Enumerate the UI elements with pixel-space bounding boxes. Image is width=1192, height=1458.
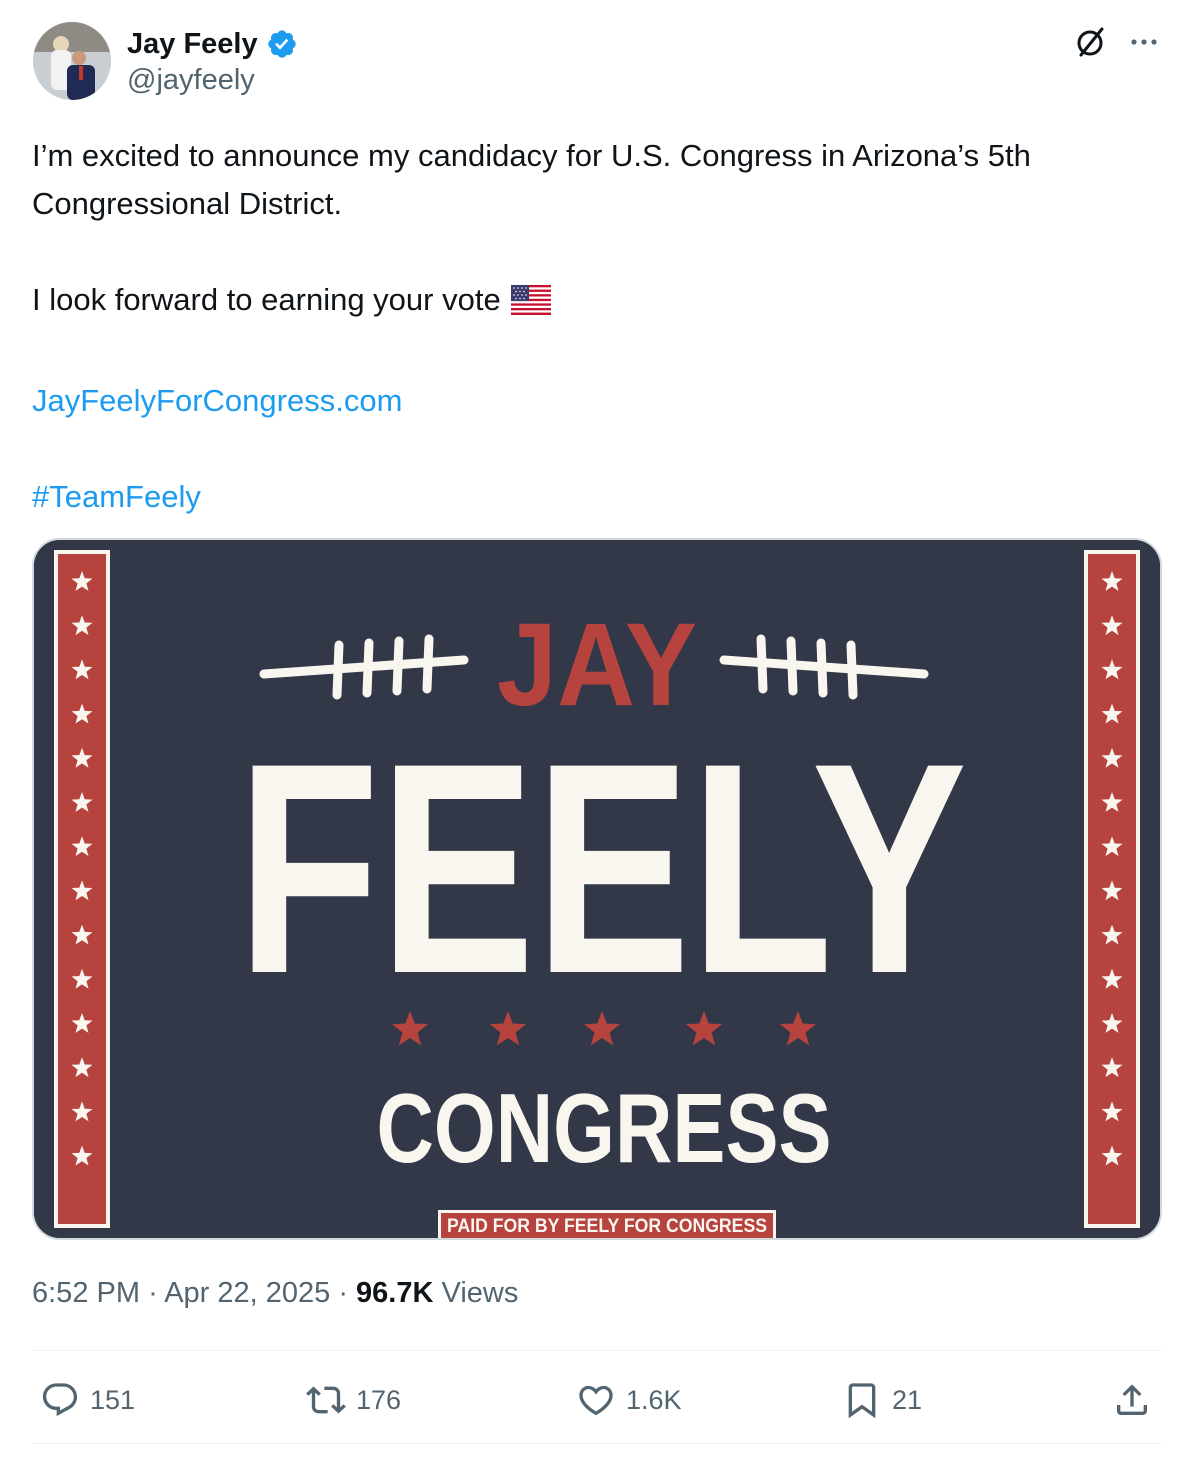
verified-badge-icon — [266, 28, 298, 60]
reply-count: 151 — [90, 1384, 136, 1415]
tweet-date[interactable]: Apr 22, 2025 — [164, 1277, 330, 1309]
paid-for-disclaimer: PAID FOR BY FEELY FOR CONGRESS — [447, 1216, 767, 1237]
tweet-line-2: I look forward to earning your vote — [32, 276, 1162, 329]
reply-icon — [42, 1383, 78, 1417]
campaign-image[interactable]: JAY FEELY CONGRESS PAID FOR BY FEELY FOR… — [32, 538, 1162, 1240]
share-button[interactable] — [1112, 1372, 1152, 1428]
media-main-word: FEELY — [237, 700, 967, 1036]
divider — [32, 1350, 1162, 1351]
tweet-time[interactable]: 6:52 PM — [32, 1277, 140, 1309]
us-flag-emoji — [510, 281, 551, 329]
repost-count: 176 — [356, 1384, 402, 1415]
bookmark-icon — [848, 1383, 876, 1419]
like-count: 1.6K — [626, 1384, 682, 1415]
bookmark-count: 21 — [892, 1384, 923, 1415]
handle[interactable]: @jayfeely — [127, 64, 255, 97]
tweet-meta: 6:52 PM · Apr 22, 2025 · 96.7K Views — [32, 1277, 519, 1309]
views-label: Views — [441, 1277, 519, 1309]
tweet-line-2-text: I look forward to earning your vote — [32, 282, 501, 317]
display-name[interactable]: Jay Feely — [127, 28, 258, 61]
website-link[interactable]: JayFeelyForCongress.com — [32, 383, 402, 418]
action-bar: 151 176 1.6K 21 — [32, 1372, 1162, 1428]
repost-icon — [306, 1386, 346, 1414]
views-count: 96.7K — [356, 1277, 434, 1309]
avatar[interactable] — [33, 22, 111, 100]
reply-button[interactable]: 151 — [40, 1372, 135, 1428]
share-icon — [1117, 1384, 1147, 1415]
grok-icon[interactable] — [1072, 24, 1108, 60]
bookmark-button[interactable]: 21 — [842, 1372, 922, 1428]
like-button[interactable]: 1.6K — [576, 1372, 682, 1428]
hashtag-link[interactable]: #TeamFeely — [32, 479, 201, 514]
repost-button[interactable]: 176 — [306, 1372, 401, 1428]
media-bottom-word: CONGRESS — [377, 1073, 832, 1183]
more-icon[interactable] — [1126, 28, 1162, 56]
tweet-line-1: I’m excited to announce my candidacy for… — [32, 138, 1031, 221]
like-icon — [579, 1385, 613, 1416]
tweet-text: I’m excited to announce my candidacy for… — [32, 132, 1162, 521]
divider — [32, 1443, 1162, 1444]
